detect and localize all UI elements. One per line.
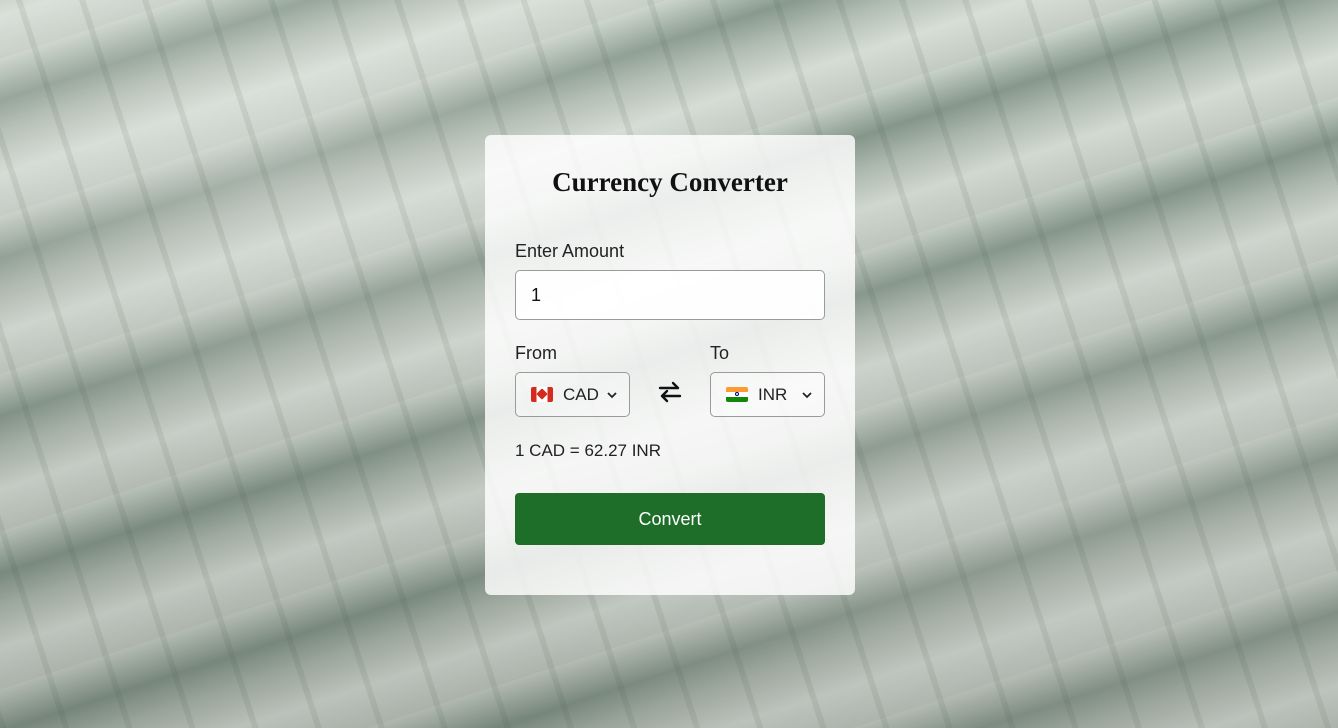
from-currency-code: CAD [563,384,599,404]
currency-row: From CAD To INR [515,342,825,422]
chevron-down-icon [802,391,812,398]
india-flag-icon [726,387,748,402]
from-label: From [515,343,557,363]
to-currency-code: INR [758,384,788,404]
convert-button[interactable]: Convert [515,493,825,545]
chevron-down-icon [607,391,617,398]
to-group: To INR [710,342,825,417]
to-label: To [710,343,730,363]
from-currency-select[interactable]: CAD [515,372,630,417]
swap-icon[interactable] [656,378,684,406]
converter-card: Currency Converter Enter Amount From CAD… [485,135,855,595]
page-title: Currency Converter [552,167,788,197]
amount-input[interactable] [515,270,825,320]
amount-label: Enter Amount [515,241,625,261]
from-group: From CAD [515,342,630,417]
exchange-rate-text: 1 CAD = 62.27 INR [515,441,661,460]
to-currency-select[interactable]: INR [710,372,825,417]
canada-flag-icon [531,387,553,402]
